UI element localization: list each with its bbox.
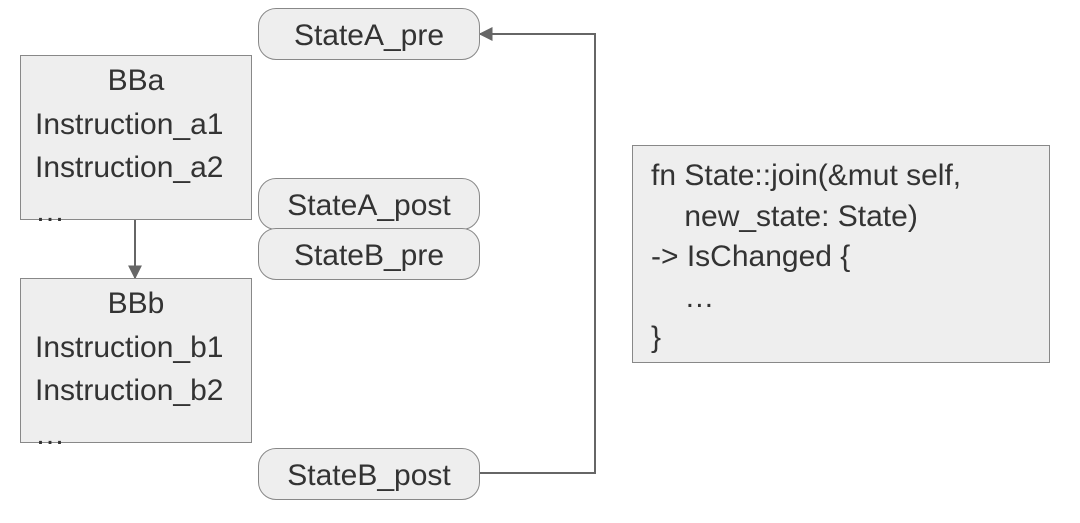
node-state-b-post: StateB_post: [258, 448, 480, 500]
codebox-content: fn State::join(&mut self, new_state: Sta…: [633, 146, 1049, 369]
node-bba: BBa Instruction_a1 Instruction_a2 …: [20, 55, 252, 220]
node-bbb: BBb Instruction_b1 Instruction_b2 …: [20, 278, 252, 443]
bba-title: BBa: [21, 56, 251, 106]
bbb-instr2: Instruction_b2: [21, 372, 251, 416]
code-line-3: -> IsChanged {: [651, 240, 850, 273]
state-a-post-label: StateA_post: [259, 179, 479, 233]
state-b-pre-label: StateB_pre: [259, 229, 479, 283]
node-state-a-post: StateA_post: [258, 178, 480, 230]
code-line-2: new_state: State): [651, 200, 918, 233]
bbb-title: BBb: [21, 279, 251, 329]
node-state-a-pre: StateA_pre: [258, 8, 480, 60]
bba-more: …: [21, 193, 251, 237]
edge-feedback: [480, 34, 595, 473]
bbb-instr1: Instruction_b1: [21, 329, 251, 373]
state-b-post-label: StateB_post: [259, 449, 479, 503]
code-line-5: }: [651, 321, 661, 354]
bba-instr2: Instruction_a2: [21, 149, 251, 193]
node-codebox: fn State::join(&mut self, new_state: Sta…: [632, 145, 1050, 363]
bba-instr1: Instruction_a1: [21, 106, 251, 150]
node-state-b-pre: StateB_pre: [258, 228, 480, 280]
code-line-4: …: [651, 281, 714, 314]
code-line-1: fn State::join(&mut self,: [651, 159, 961, 192]
bbb-more: …: [21, 416, 251, 460]
state-a-pre-label: StateA_pre: [259, 9, 479, 63]
